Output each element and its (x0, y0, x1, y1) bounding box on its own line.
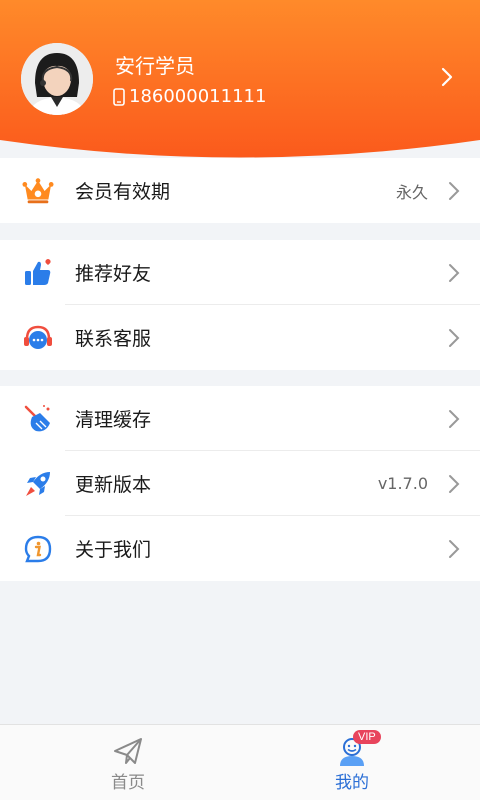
membership-value: 永久 (395, 182, 428, 202)
update-version-label: 更新版本 (75, 474, 152, 496)
about-us-row[interactable]: 关于我们 (0, 516, 480, 581)
vip-badge: VIP (353, 730, 381, 744)
chevron-right-icon[interactable] (440, 66, 454, 88)
clear-cache-label: 清理缓存 (75, 409, 152, 431)
bottom-tab-bar: 首页 我的 (0, 724, 480, 800)
version-value: v1.7.0 (377, 474, 428, 493)
chevron-right-icon (449, 474, 460, 493)
avatar[interactable] (21, 43, 93, 115)
chevron-right-icon (449, 539, 460, 558)
phone-row: 186000011111 (113, 86, 266, 107)
chevron-right-icon (449, 328, 460, 347)
recommend-friend-row[interactable]: 推荐好友 (0, 240, 480, 305)
phone-number: 186000011111 (129, 86, 267, 107)
membership-label: 会员有效期 (75, 181, 171, 203)
headset-chat-icon (22, 322, 54, 354)
user-name: 安行学员 (115, 54, 195, 78)
settings-group-membership: 会员有效期 永久 (0, 158, 480, 223)
chevron-right-icon (449, 263, 460, 282)
settings-group-social: 推荐好友 联系客服 (0, 240, 480, 370)
clear-cache-row[interactable]: 清理缓存 (0, 386, 480, 451)
paper-plane-icon (114, 738, 142, 764)
phone-icon (113, 87, 125, 106)
contact-service-label: 联系客服 (75, 328, 152, 350)
contact-service-row[interactable]: 联系客服 (0, 305, 480, 370)
broom-icon (22, 403, 54, 435)
user-avatar-icon (21, 43, 93, 115)
settings-group-app: 清理缓存 更新版本 v1.7.0 关于我们 (0, 386, 480, 581)
profile-header[interactable]: 安行学员 186000011111 (0, 0, 480, 170)
chevron-right-icon (449, 409, 460, 428)
thumbs-up-icon (22, 257, 54, 289)
tab-home[interactable]: 首页 (8, 725, 248, 800)
tab-mine[interactable]: 我的 (232, 725, 472, 800)
crown-icon (22, 175, 54, 207)
chevron-right-icon (449, 181, 460, 200)
recommend-friend-label: 推荐好友 (75, 263, 152, 285)
tab-home-label: 首页 (111, 773, 145, 793)
rocket-icon (22, 468, 54, 500)
info-icon (22, 533, 54, 565)
update-version-row[interactable]: 更新版本 v1.7.0 (0, 451, 480, 516)
about-us-label: 关于我们 (75, 539, 152, 561)
membership-row[interactable]: 会员有效期 永久 (0, 158, 480, 223)
tab-mine-label: 我的 (335, 773, 369, 793)
